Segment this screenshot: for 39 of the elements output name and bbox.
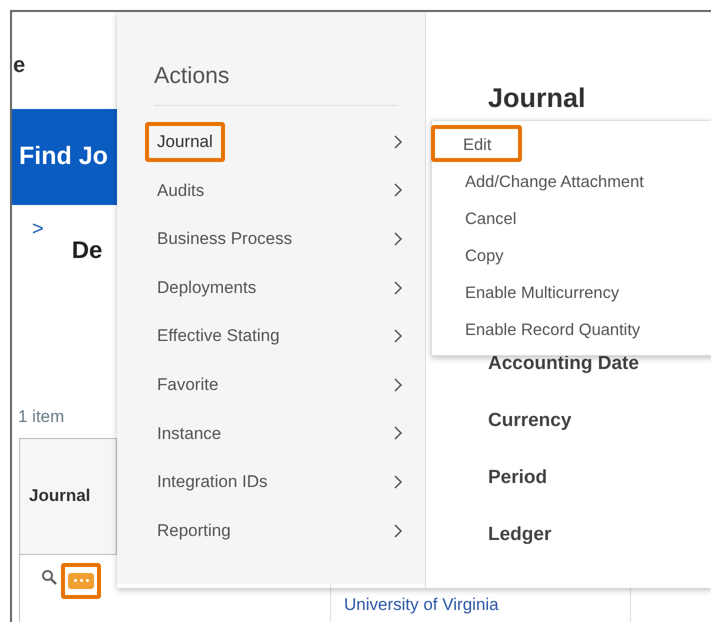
menu-item[interactable]: Favorite	[145, 365, 230, 405]
search-icon[interactable]	[41, 568, 57, 584]
section-heading: De	[72, 236, 102, 266]
submenu-item[interactable]: Enable Multicurrency	[431, 273, 634, 310]
submenu-item[interactable]: Edit	[431, 125, 522, 162]
menu-item[interactable]: Business Process	[145, 219, 304, 259]
menu-item[interactable]: Instance	[145, 414, 234, 454]
item-count: 1 item	[17, 406, 66, 428]
field-label: Period	[488, 466, 548, 490]
chevron-right-icon	[393, 474, 403, 489]
menu-item[interactable]: Effective Stating	[145, 316, 292, 356]
menu-title: Actions	[154, 58, 397, 106]
page-banner: Find Jo	[12, 109, 117, 205]
submenu-item[interactable]: Add/Change Attachment	[431, 162, 658, 199]
chevron-right-icon	[393, 329, 403, 344]
field-label: Ledger	[488, 523, 552, 548]
chevron-right-icon	[393, 426, 403, 440]
related-actions-button[interactable]	[61, 562, 101, 598]
chevron-right-icon	[393, 378, 403, 392]
submenu-item[interactable]: Cancel	[431, 199, 530, 236]
menu-item[interactable]: Audits	[145, 170, 216, 210]
submenu-item[interactable]: Copy	[431, 236, 518, 273]
chevron-right-icon	[393, 183, 403, 198]
chevron-right-icon	[393, 232, 403, 246]
chevron-right-icon	[393, 524, 403, 538]
column-header: Journal	[19, 438, 117, 554]
menu-item[interactable]: Integration IDs	[145, 462, 280, 502]
panel-title: Journal	[488, 82, 587, 114]
page-title: e	[13, 52, 26, 78]
menu-item[interactable]: Reporting	[145, 510, 243, 550]
menu-item[interactable]: Journal	[145, 122, 225, 162]
expand-arrow[interactable]: >	[32, 219, 44, 239]
chevron-right-icon	[393, 280, 403, 295]
menu-item[interactable]: Deployments	[145, 268, 268, 308]
field-label: Currency	[488, 409, 572, 434]
chevron-right-icon	[393, 134, 403, 149]
submenu-item[interactable]: Enable Record Quantity	[431, 310, 654, 347]
field-label: Accounting Date	[488, 352, 640, 376]
organization-link[interactable]: University of Virginia	[344, 592, 499, 618]
